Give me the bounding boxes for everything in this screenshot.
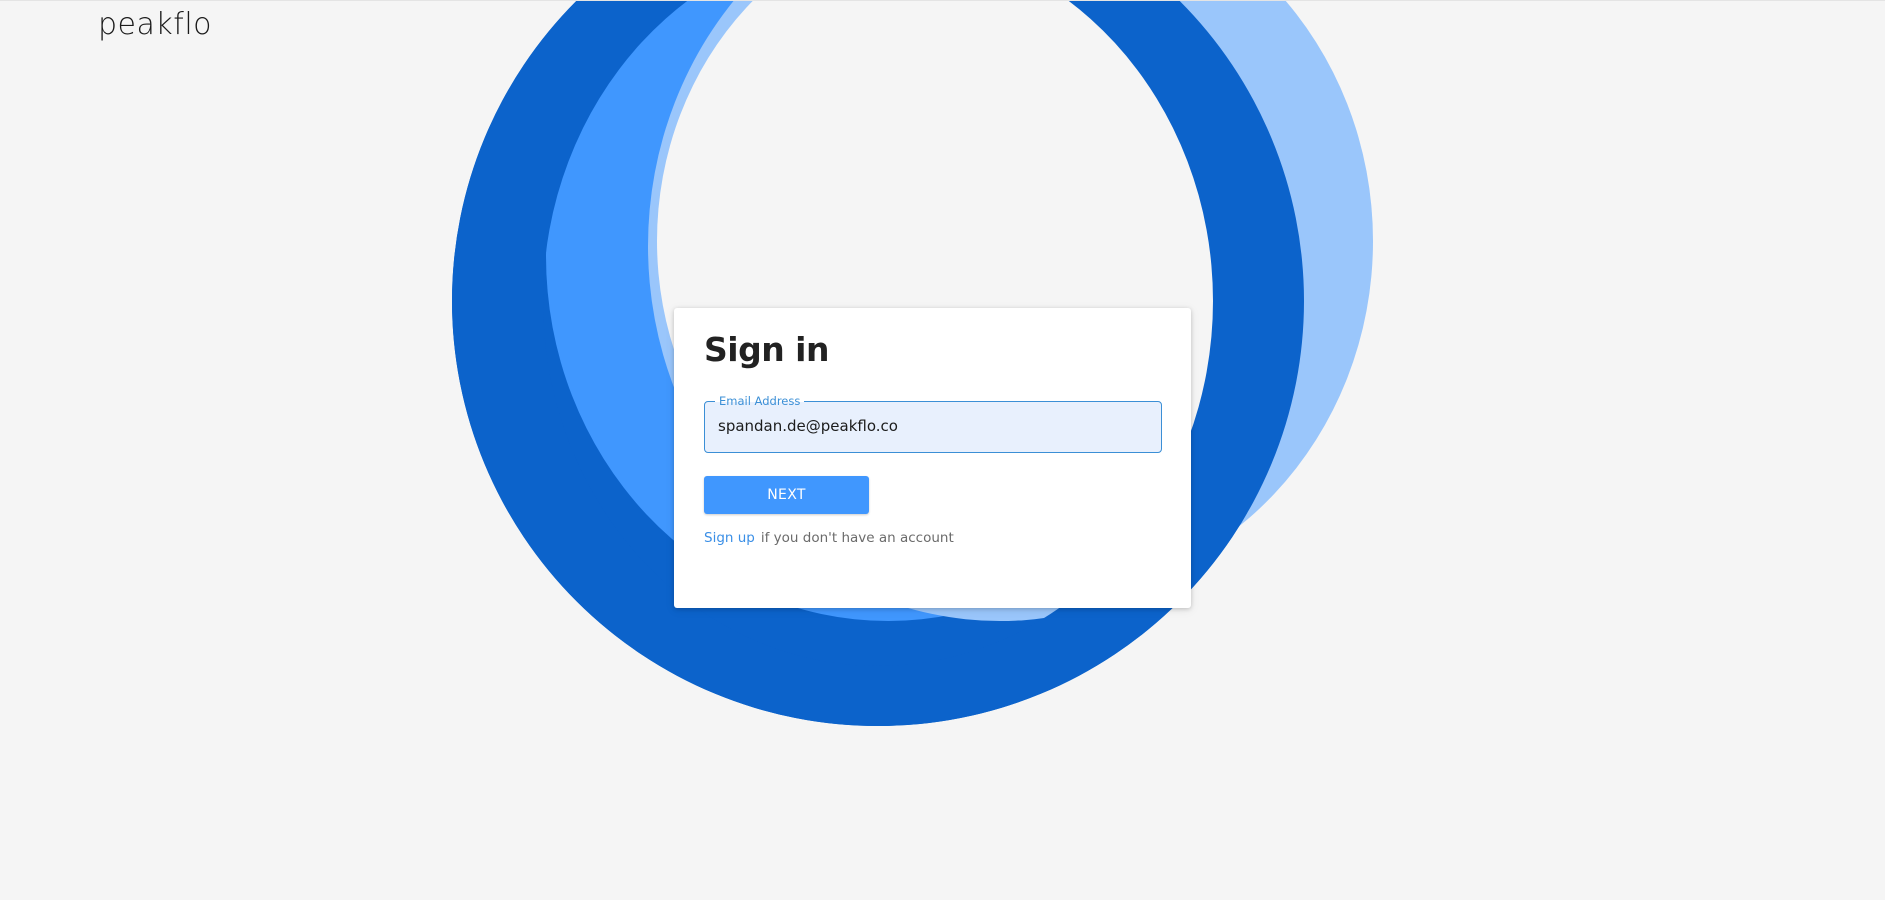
signup-row: Sign up if you don't have an account [704, 530, 954, 546]
signup-hint-text: if you don't have an account [760, 530, 954, 546]
next-button[interactable]: NEXT [704, 476, 869, 514]
email-field-label: Email Address [715, 394, 805, 408]
email-field[interactable]: Email Address [704, 394, 1162, 453]
peakflo-logo[interactable]: peakflo [98, 7, 212, 42]
signin-page: peakflo Sign in Email Address NEXT Sign … [0, 0, 1885, 900]
signup-link[interactable]: Sign up [704, 530, 755, 546]
signin-card: Sign in Email Address NEXT Sign up if you… [674, 308, 1191, 608]
page-title: Sign in [704, 330, 830, 369]
email-input[interactable] [718, 417, 1138, 435]
